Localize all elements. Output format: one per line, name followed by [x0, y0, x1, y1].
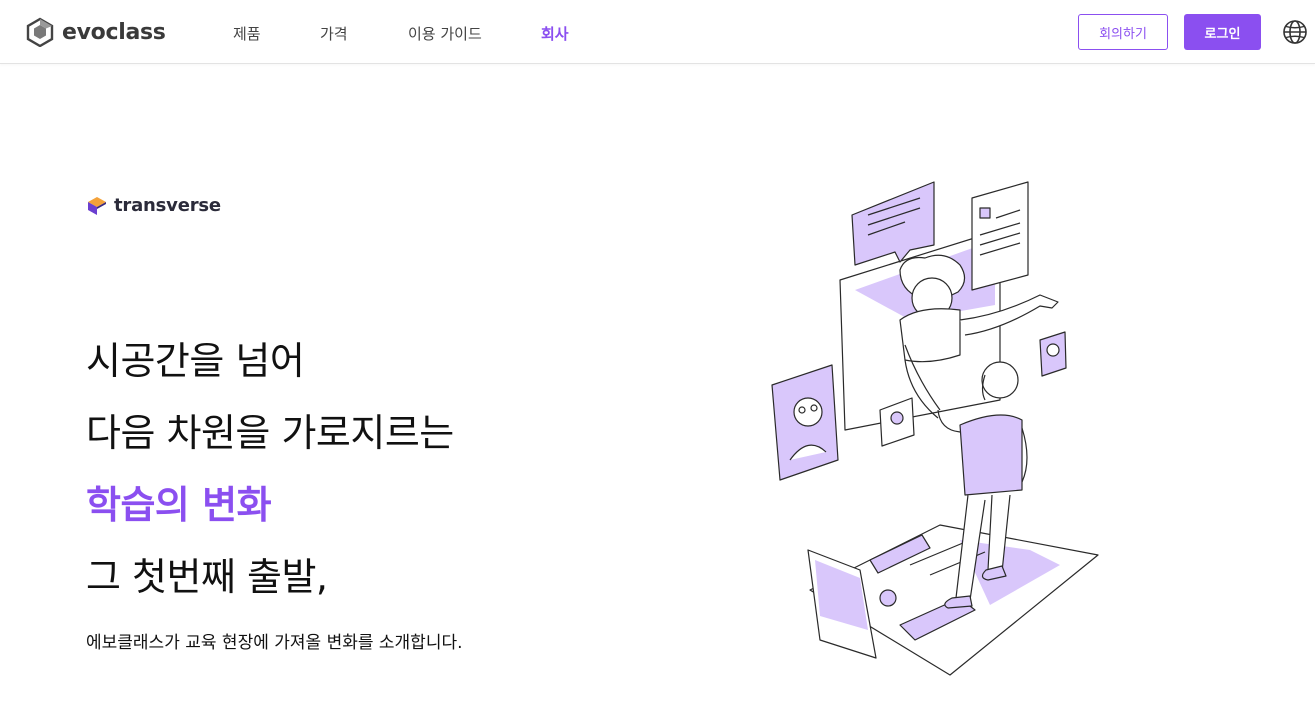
- headline-highlight: 학습의 변화: [86, 483, 272, 527]
- transverse-logo-icon: [88, 197, 106, 215]
- login-button[interactable]: 로그인: [1184, 14, 1261, 50]
- nav-item-product[interactable]: 제품: [233, 23, 261, 44]
- headline-line-1: 시공간을 넘어: [86, 339, 305, 383]
- meeting-button[interactable]: 회의하기: [1078, 14, 1168, 50]
- nav-item-pricing[interactable]: 가격: [320, 23, 348, 44]
- headline-line-4: 그 첫번째 출발,: [86, 555, 328, 599]
- brand-name: evoclass: [62, 19, 166, 45]
- evoclass-logo[interactable]: evoclass: [26, 17, 166, 47]
- hero-illustration: [771, 181, 1099, 676]
- nav-item-company[interactable]: 회사: [541, 23, 569, 44]
- partner-logo: transverse: [86, 194, 221, 216]
- top-nav-bar: evoclass 제품 가격 이용 가이드 회사 회의하기 로그인: [0, 0, 1315, 64]
- globe-icon[interactable]: [1282, 19, 1308, 45]
- hero-subtitle: 에보클래스가 교육 현장에 가져올 변화를 소개합니다.: [86, 633, 463, 653]
- nav-item-guide[interactable]: 이용 가이드: [408, 23, 482, 44]
- headline-line-2: 다음 차원을 가로지르는: [86, 411, 454, 455]
- evoclass-logo-icon: [26, 17, 54, 47]
- partner-name: transverse: [114, 194, 221, 216]
